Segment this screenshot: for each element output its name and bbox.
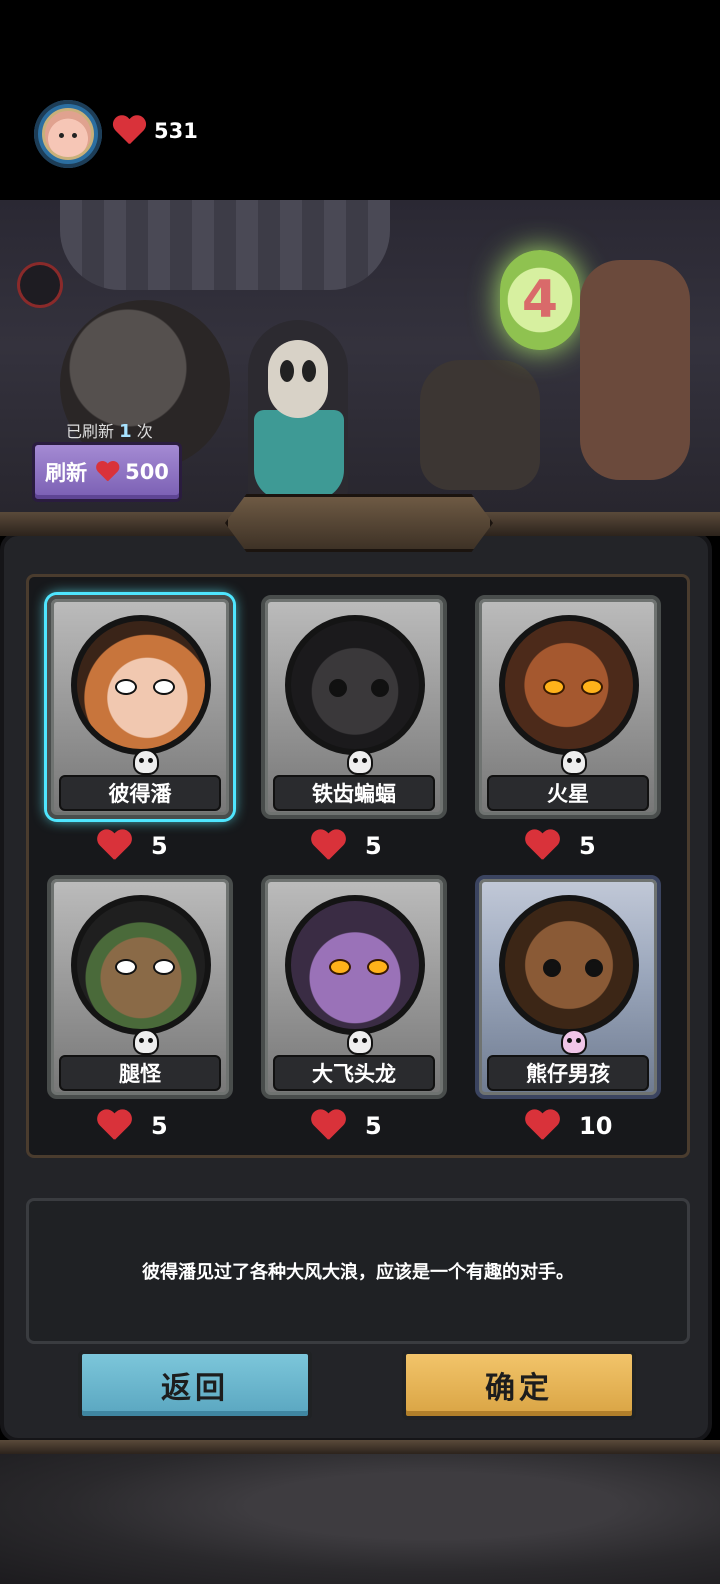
opponent-cost: 10	[525, 1111, 612, 1141]
description-box: 彼得潘见过了各种大风大浪，应该是一个有趣的对手。	[26, 1198, 690, 1344]
opponent-card-teddy-boy[interactable]: 熊仔男孩	[475, 875, 661, 1099]
curtain-decoration	[60, 200, 390, 290]
opponent-name: 火星	[487, 775, 649, 811]
cost-value: 5	[365, 1112, 382, 1140]
cost-value: 5	[151, 1112, 168, 1140]
panel-frame-bottom	[0, 1440, 720, 1454]
muscular-brute-figure	[580, 260, 690, 480]
back-button[interactable]: 返回	[78, 1350, 312, 1420]
opponent-card-leg-monster[interactable]: 腿怪	[47, 875, 233, 1099]
confirm-button[interactable]: 确定	[402, 1350, 636, 1420]
heart-icon	[524, 1110, 560, 1142]
opponent-card-iron-tooth-bat[interactable]: 铁齿蝙蝠	[261, 595, 447, 819]
peter-pan-portrait-icon	[71, 615, 211, 755]
opponent-name: 铁齿蝙蝠	[273, 775, 435, 811]
heart-icon	[310, 1110, 346, 1142]
opponent-cost: 5	[97, 831, 168, 861]
refresh-count-label: 已刷新 1 次	[66, 418, 153, 442]
opponent-name: 腿怪	[59, 1055, 221, 1091]
skull-icon	[347, 749, 373, 775]
leg-monster-portrait-icon	[71, 895, 211, 1035]
pink-skull-icon	[561, 1029, 587, 1055]
cost-value: 5	[151, 832, 168, 860]
opponent-name: 大飞头龙	[273, 1055, 435, 1091]
player-avatar[interactable]	[34, 100, 102, 168]
opponent-cost: 5	[311, 831, 382, 861]
refresh-count-prefix: 已刷新	[66, 422, 115, 441]
ghost-mask	[268, 340, 328, 418]
opponent-name: 彼得潘	[59, 775, 221, 811]
cost-value: 10	[579, 1112, 613, 1140]
refresh-button[interactable]: 刷新 500	[32, 442, 182, 502]
sign-number: 4	[521, 270, 559, 330]
stone-floor	[0, 1454, 720, 1584]
refresh-button-label: 刷新	[45, 461, 88, 485]
ghost-eye-right	[302, 360, 316, 382]
refresh-cost: 500	[125, 460, 169, 484]
teddy-boy-portrait-icon	[499, 895, 639, 1035]
cauldron-figure	[420, 360, 540, 490]
skull-icon	[133, 749, 159, 775]
ghost-robe	[254, 410, 344, 500]
opponent-card-mars[interactable]: 火星	[475, 595, 661, 819]
flying-eye-creature	[20, 265, 60, 305]
skull-icon	[347, 1029, 373, 1055]
skull-icon	[133, 1029, 159, 1055]
mars-portrait-icon	[499, 615, 639, 755]
top-bar	[0, 0, 720, 200]
refresh-count-suffix: 次	[136, 422, 153, 441]
opponent-card-big-flying-head-dragon[interactable]: 大飞头龙	[261, 875, 447, 1099]
opponent-card-peter-pan[interactable]: 彼得潘	[47, 595, 233, 819]
cost-value: 5	[579, 832, 596, 860]
heart-icon	[96, 830, 132, 862]
cost-value: 5	[365, 832, 382, 860]
lives-value: 531	[154, 119, 198, 143]
heart-icon	[524, 830, 560, 862]
heart-icon	[96, 1110, 132, 1142]
avatar-face-icon	[42, 108, 94, 160]
opponent-cost: 5	[525, 831, 596, 861]
opponent-cost: 5	[97, 1111, 168, 1141]
heart-icon	[112, 116, 146, 146]
heart-icon	[96, 462, 117, 483]
opponent-grid: 彼得潘 铁齿蝙蝠 火星 5 5 5 腿怪 大飞头龙 熊仔男孩 5 5 10	[26, 574, 690, 1158]
refresh-count-value: 1	[119, 421, 132, 442]
flying-head-dragon-portrait-icon	[285, 895, 425, 1035]
opponent-cost: 5	[311, 1111, 382, 1141]
ghost-eye-left	[280, 360, 294, 382]
skull-icon	[561, 749, 587, 775]
iron-tooth-bat-portrait-icon	[285, 615, 425, 755]
opponent-name: 熊仔男孩	[487, 1055, 649, 1091]
heart-icon	[310, 830, 346, 862]
lives-counter: 531	[112, 116, 198, 146]
description-text: 彼得潘见过了各种大风大浪，应该是一个有趣的对手。	[142, 1262, 574, 1283]
panel-title-badge	[225, 494, 493, 552]
